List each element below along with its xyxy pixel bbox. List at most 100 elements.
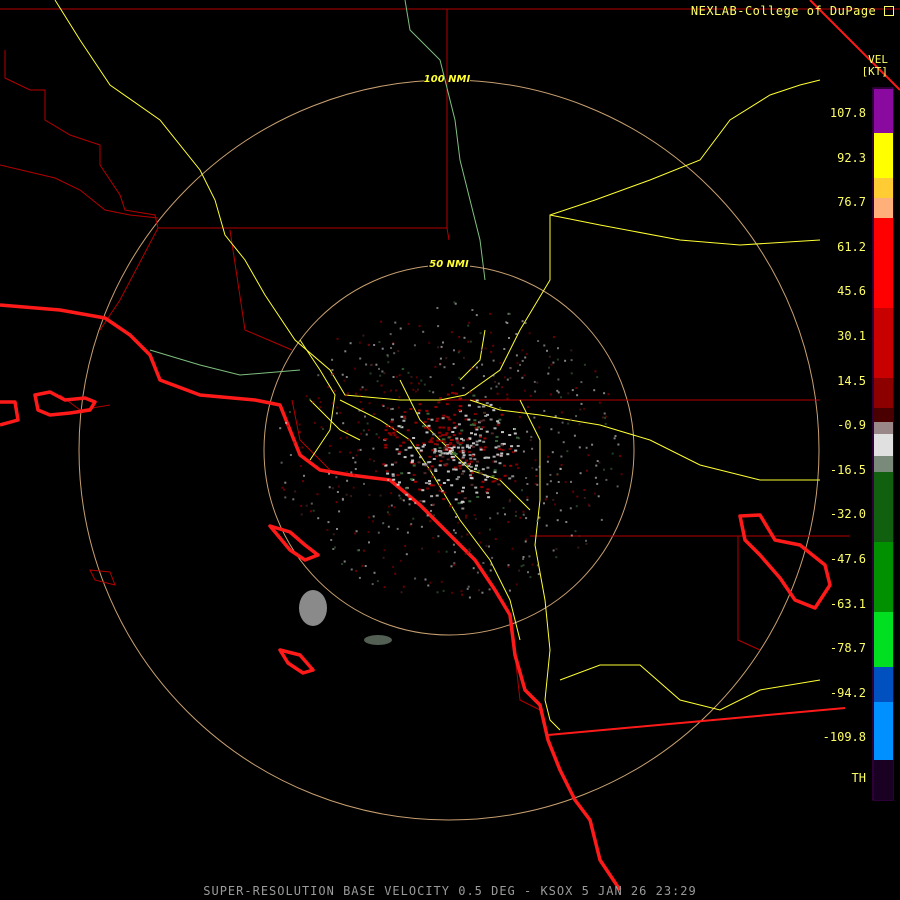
echo-pixel <box>389 333 392 336</box>
echo-pixel <box>489 312 492 315</box>
echo-pixel <box>434 406 438 408</box>
echo-pixel <box>531 563 534 566</box>
legend-tick: -78.7 <box>829 641 866 656</box>
echo-pixel <box>317 397 320 400</box>
echo-pixel <box>495 440 498 442</box>
echo-pixel <box>423 383 426 386</box>
echo-pixel <box>434 468 438 471</box>
echo-pixel <box>549 473 552 476</box>
echo-pixel <box>386 407 389 410</box>
echo-pixel <box>414 502 417 505</box>
echo-pixel <box>479 332 482 335</box>
echo-pixel <box>489 418 493 421</box>
echo-pixel <box>500 386 503 389</box>
echo-pixel <box>491 475 495 478</box>
echo-pixel <box>492 455 496 458</box>
echo-pixel <box>381 370 384 373</box>
echo-pixel <box>517 467 520 469</box>
echo-pixel <box>583 407 586 410</box>
echo-pixel <box>516 362 519 365</box>
echo-pixel <box>398 374 401 377</box>
echo-pixel <box>372 520 375 523</box>
echo-pixel <box>468 474 472 477</box>
echo-pixel <box>485 430 489 433</box>
echo-pixel <box>383 391 386 394</box>
echo-pixel <box>462 486 465 489</box>
echo-pixel <box>380 384 383 387</box>
echo-pixel <box>392 478 396 481</box>
echo-pixel <box>480 349 483 352</box>
echo-pixel <box>596 482 599 485</box>
echo-pixel <box>302 480 305 483</box>
echo-pixel <box>293 441 295 444</box>
echo-pixel <box>376 380 379 383</box>
echo-pixel <box>585 539 587 542</box>
echo-pixel <box>497 483 501 486</box>
echo-pixel <box>390 504 393 507</box>
echo-pixel <box>490 350 493 353</box>
echo-pixel <box>357 449 360 452</box>
echo-pixel <box>526 498 529 501</box>
echo-pixel <box>300 504 303 507</box>
echo-pixel <box>413 344 416 347</box>
echo-pixel <box>390 408 393 411</box>
echo-pixel <box>483 474 487 477</box>
echo-pixel <box>400 472 404 475</box>
echo-pixel <box>551 451 554 454</box>
echo-pixel <box>410 523 413 525</box>
echo-pixel <box>611 452 614 455</box>
echo-pixel <box>564 481 567 484</box>
echo-pixel <box>486 475 490 478</box>
echo-pixel <box>322 428 324 431</box>
echo-pixel <box>450 331 453 334</box>
echo-pixel <box>498 448 502 451</box>
echo-pixel <box>369 364 372 367</box>
echo-pixel <box>465 516 467 519</box>
echo-pixel <box>368 458 371 461</box>
echo-pixel <box>305 504 308 507</box>
echo-pixel <box>329 444 332 447</box>
credit-link-icon[interactable] <box>884 6 894 16</box>
echo-pixel <box>485 402 489 405</box>
echo-pixel <box>504 376 506 379</box>
echo-pixel <box>386 472 390 475</box>
echo-pixel <box>424 482 428 484</box>
echo-pixel <box>478 589 481 592</box>
echo-pixel <box>466 587 469 590</box>
echo-pixel <box>327 386 330 388</box>
echo-pixel <box>458 336 461 338</box>
echo-pixel <box>346 479 349 482</box>
echo-pixel <box>472 394 476 397</box>
echo-pixel <box>421 547 424 550</box>
echo-pixel <box>355 530 358 533</box>
echo-pixel <box>467 462 471 465</box>
echo-pixel <box>503 464 506 467</box>
echo-pixel <box>365 433 368 436</box>
echo-pixel <box>520 565 523 568</box>
echo-pixel <box>399 559 402 562</box>
echo-pixel <box>521 359 524 362</box>
echo-pixel <box>468 454 472 456</box>
echo-pixel <box>468 548 471 551</box>
echo-pixel <box>509 377 512 379</box>
echo-pixel <box>536 564 539 567</box>
echo-pixel <box>484 415 488 417</box>
echo-pixel <box>555 556 558 559</box>
echo-pixel <box>588 504 591 507</box>
echo-pixel <box>451 431 455 433</box>
echo-pixel <box>508 337 510 339</box>
echo-pixel <box>432 536 435 539</box>
echo-pixel <box>469 460 473 463</box>
echo-pixel <box>433 451 437 454</box>
echo-pixel <box>473 458 477 461</box>
echo-pixel <box>410 382 413 385</box>
echo-pixel <box>395 436 399 439</box>
echo-pixel <box>382 463 386 466</box>
echo-pixel <box>617 443 620 446</box>
echo-pixel <box>494 538 497 540</box>
echo-pixel <box>578 446 581 449</box>
echo-pixel <box>292 498 295 501</box>
echo-pixel <box>478 434 482 437</box>
echo-pixel <box>514 449 518 452</box>
echo-pixel <box>493 469 497 472</box>
